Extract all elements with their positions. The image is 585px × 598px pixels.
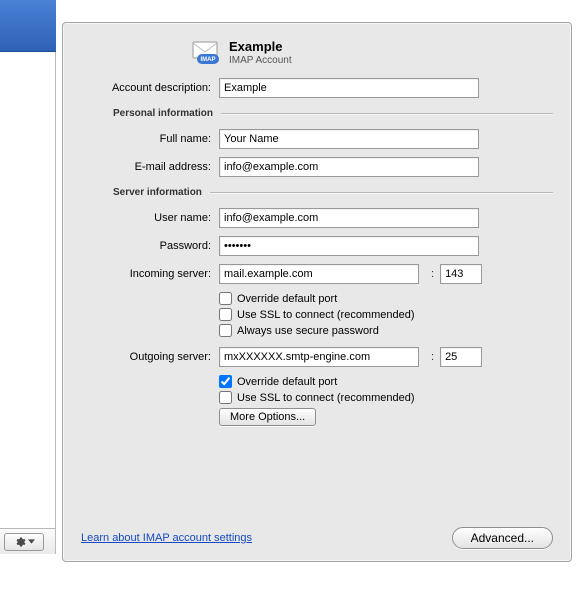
label-password: Password: [81,240,219,252]
label-outgoing-server: Outgoing server: [81,351,219,363]
learn-more-link[interactable]: Learn about IMAP account settings [81,532,252,544]
full-name-input[interactable] [219,129,479,149]
account-settings-panel: IMAP Example IMAP Account Account descri… [62,22,572,562]
incoming-server-input[interactable] [219,264,419,284]
incoming-use-ssl-checkbox[interactable] [219,308,232,321]
incoming-override-port-label: Override default port [237,293,337,305]
account-title: Example [229,39,292,54]
label-incoming-server: Incoming server: [81,268,219,280]
port-separator-out: : [431,351,434,363]
incoming-override-port-checkbox[interactable] [219,292,232,305]
incoming-secure-password-checkbox[interactable] [219,324,232,337]
gear-menu-button[interactable] [4,533,44,551]
panel-header: IMAP Example IMAP Account [81,39,553,66]
section-personal-information: Personal information [81,108,553,119]
account-subtitle: IMAP Account [229,55,292,66]
label-email-address: E-mail address: [81,161,219,173]
label-account-description: Account description: [81,82,219,94]
outgoing-use-ssl-checkbox[interactable] [219,391,232,404]
outgoing-use-ssl-label: Use SSL to connect (recommended) [237,392,415,404]
gear-icon [14,536,26,548]
advanced-button[interactable]: Advanced... [452,527,553,549]
incoming-port-input[interactable] [440,264,482,284]
outgoing-server-input[interactable] [219,347,419,367]
svg-text:IMAP: IMAP [201,57,216,63]
sidebar-bottom-toolbar [0,528,56,554]
sidebar-item-selected[interactable] [0,0,56,52]
more-options-button[interactable]: More Options... [219,408,316,426]
accounts-sidebar [0,0,56,528]
outgoing-override-port-checkbox[interactable] [219,375,232,388]
password-input[interactable] [219,236,479,256]
label-user-name: User name: [81,212,219,224]
email-address-input[interactable] [219,157,479,177]
label-full-name: Full name: [81,133,219,145]
account-description-input[interactable] [219,78,479,98]
mail-imap-icon: IMAP [191,40,221,66]
port-separator: : [431,268,434,280]
user-name-input[interactable] [219,208,479,228]
incoming-use-ssl-label: Use SSL to connect (recommended) [237,309,415,321]
incoming-secure-password-label: Always use secure password [237,325,379,337]
section-server-information: Server information [81,187,553,198]
chevron-down-icon [28,539,35,544]
outgoing-port-input[interactable] [440,347,482,367]
outgoing-override-port-label: Override default port [237,376,337,388]
